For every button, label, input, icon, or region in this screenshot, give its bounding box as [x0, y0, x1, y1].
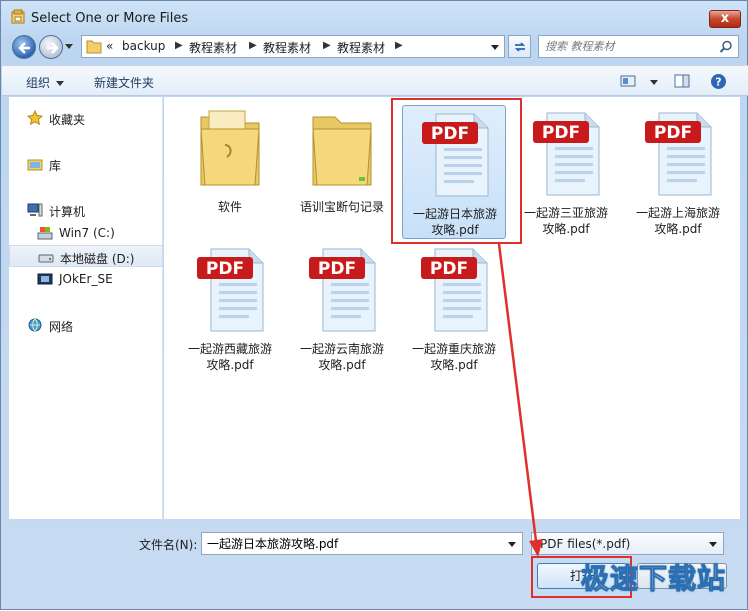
address-bar[interactable]: « backup ▶ 教程素材 ▶ 教程素材 ▶ 教程素材 ▶ — [81, 35, 505, 58]
system-drive-icon — [37, 227, 53, 240]
sidebar-item-removable-drive[interactable]: JOkEr_SE — [9, 268, 163, 290]
sidebar-item-computer[interactable]: 计算机 — [9, 199, 163, 221]
organize-menu[interactable]: 组织 — [26, 74, 65, 91]
file-item-folder-records[interactable]: 语训宝断句记录 — [290, 99, 394, 233]
chevron-down-icon — [56, 81, 65, 86]
view-icon[interactable] — [620, 73, 636, 89]
filetype-select[interactable]: PDF files(*.pdf) — [531, 532, 724, 555]
file-name: 一起游上海旅游 攻略.pdf — [635, 206, 720, 236]
window-title: Select One or More Files — [31, 11, 189, 26]
breadcrumb-overflow[interactable]: « — [106, 39, 113, 53]
breadcrumb-backup[interactable]: backup — [122, 39, 165, 53]
folder-icon — [312, 116, 372, 186]
sidebar-item-libraries[interactable]: 库 — [9, 153, 163, 175]
file-item-pdf-shanghai[interactable]: PDF 一起游上海旅游 攻略.pdf — [626, 105, 730, 239]
pdf-badge-label: PDF — [654, 123, 692, 143]
breadcrumb-folder-1[interactable]: 教程素材 — [189, 39, 237, 56]
breadcrumb-folder-3[interactable]: 教程素材 — [337, 39, 385, 56]
back-button[interactable] — [12, 35, 36, 59]
title-bar: Select One or More Files x — [1, 1, 747, 33]
refresh-button[interactable] — [508, 35, 531, 58]
breadcrumb-separator-icon[interactable]: ▶ — [249, 40, 257, 51]
file-list: 软件 语训宝断句记录 PDF 一起游日本旅游 攻略.pdf PDF 一起游三亚旅… — [164, 97, 740, 519]
file-item-pdf-sanya[interactable]: PDF 一起游三亚旅游 攻略.pdf — [514, 105, 618, 239]
pdf-file-icon: PDF — [422, 113, 489, 197]
filename-combobox[interactable] — [201, 532, 523, 555]
file-name: 一起游日本旅游 攻略.pdf — [412, 207, 497, 237]
new-folder-button[interactable]: 新建文件夹 — [94, 74, 154, 91]
file-name: 一起游云南旅游 攻略.pdf — [299, 342, 384, 372]
navigation-pane: 收藏夹 库 计算机 Win7 (C:) 本地磁盘 (D:) JOkEr_SE 网… — [9, 97, 163, 519]
pdf-badge-label: PDF — [431, 124, 469, 144]
file-item-pdf-chongqing[interactable]: PDF 一起游重庆旅游 攻略.pdf — [402, 241, 506, 375]
pdf-badge-label: PDF — [206, 259, 244, 279]
computer-icon — [27, 203, 43, 217]
file-name: 一起游西藏旅游 攻略.pdf — [187, 342, 272, 372]
chevron-down-icon[interactable] — [508, 542, 516, 547]
folder-icon — [86, 40, 102, 54]
pdf-badge-label: PDF — [542, 123, 580, 143]
pdf-file-icon: PDF — [421, 248, 488, 332]
breadcrumb-separator-icon[interactable]: ▶ — [175, 40, 183, 51]
file-item-pdf-yunnan[interactable]: PDF 一起游云南旅游 攻略.pdf — [290, 241, 394, 375]
file-name: 语训宝断句记录 — [299, 200, 384, 214]
breadcrumb-folder-2[interactable]: 教程素材 — [263, 39, 311, 56]
filename-input[interactable] — [205, 535, 495, 552]
pdf-badge-label: PDF — [318, 259, 356, 279]
address-dropdown-icon[interactable] — [491, 45, 499, 50]
file-item-pdf-tibet[interactable]: PDF 一起游西藏旅游 攻略.pdf — [178, 241, 282, 375]
chevron-down-icon — [709, 542, 717, 547]
drive-icon — [38, 254, 54, 263]
search-box[interactable] — [538, 35, 739, 58]
breadcrumb-separator-icon[interactable]: ▶ — [395, 40, 403, 51]
view-dropdown-icon[interactable] — [650, 80, 658, 85]
folder-icon — [200, 110, 260, 186]
file-item-pdf-japan[interactable]: PDF 一起游日本旅游 攻略.pdf — [402, 105, 506, 239]
file-item-folder-software[interactable]: 软件 — [178, 99, 282, 233]
command-bar: 组织 新建文件夹 ? — [2, 65, 748, 96]
svg-text:?: ? — [715, 76, 721, 89]
search-icon[interactable] — [719, 40, 733, 54]
sidebar-item-drive-d[interactable]: 本地磁盘 (D:) — [9, 245, 163, 267]
filetype-value: PDF files(*.pdf) — [540, 537, 631, 551]
sidebar-item-drive-c[interactable]: Win7 (C:) — [9, 222, 163, 244]
sidebar-item-network[interactable]: 网络 — [9, 314, 163, 336]
pdf-file-icon: PDF — [533, 112, 600, 196]
network-icon — [28, 318, 42, 332]
file-name: 一起游重庆旅游 攻略.pdf — [411, 342, 496, 372]
star-icon — [27, 110, 43, 126]
recent-locations-dropdown[interactable] — [65, 44, 73, 49]
back-arrow-icon — [18, 42, 30, 54]
app-icon — [11, 9, 25, 24]
refresh-icon — [514, 42, 526, 52]
pdf-file-icon: PDF — [309, 248, 376, 332]
close-icon: x — [720, 11, 730, 26]
forward-arrow-icon — [47, 42, 59, 54]
sidebar-item-favorites[interactable]: 收藏夹 — [9, 107, 163, 129]
close-button[interactable]: x — [709, 10, 741, 28]
pdf-badge-label: PDF — [430, 259, 468, 279]
library-icon — [27, 159, 43, 171]
removable-drive-icon — [37, 273, 53, 285]
file-name: 一起游三亚旅游 攻略.pdf — [523, 206, 608, 236]
watermark-logo: 极速下载站 — [580, 562, 727, 596]
file-open-dialog: Select One or More Files x « backup ▶ 教程… — [0, 0, 748, 610]
forward-button[interactable] — [39, 35, 63, 59]
breadcrumb-separator-icon[interactable]: ▶ — [323, 40, 331, 51]
file-name: 软件 — [217, 200, 242, 214]
search-input[interactable] — [543, 38, 713, 55]
pdf-file-icon: PDF — [197, 248, 264, 332]
filename-label: 文件名(N): — [139, 538, 198, 552]
help-icon[interactable]: ? — [710, 73, 727, 90]
preview-pane-icon[interactable] — [674, 73, 690, 89]
pdf-file-icon: PDF — [645, 112, 712, 196]
